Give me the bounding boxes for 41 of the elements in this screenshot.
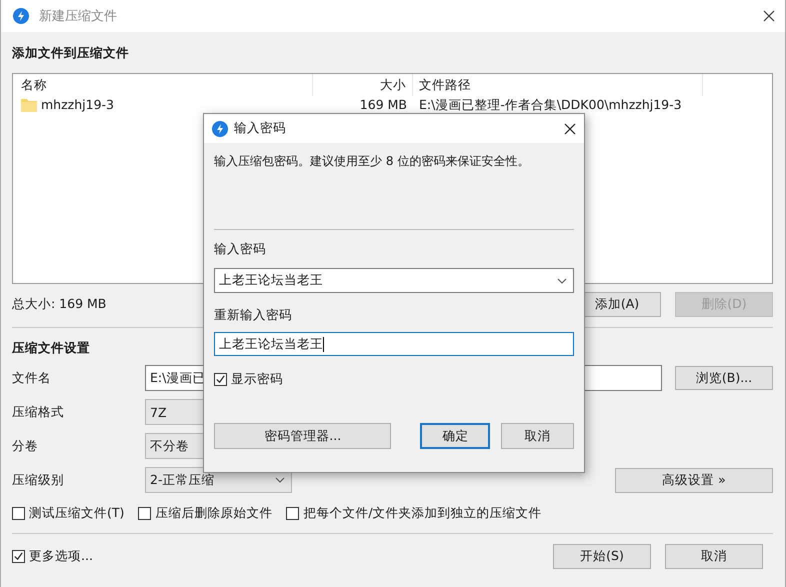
dialog-title: 输入密码 [234,120,286,137]
footer-button[interactable]: 开始(S) [553,544,651,568]
option-checkbox[interactable]: 压缩后删除原始文件 [138,504,272,522]
section-heading: 添加文件到压缩文件 [12,44,129,62]
window-title: 新建压缩文件 [39,8,117,25]
checkmark-icon [13,550,24,562]
field-label: 重新输入密码 [214,307,293,324]
close-icon[interactable] [564,122,576,134]
field-label: 分卷 [12,438,39,454]
section-heading: 压缩文件设置 [12,339,90,357]
column-header[interactable]: 名称 [13,74,313,96]
dialog-button[interactable]: 确定 [420,423,490,449]
field-label: 压缩格式 [12,404,65,420]
footer-button[interactable]: 取消 [665,544,763,568]
column-header[interactable]: 大小 [313,74,413,96]
more-options-checkbox[interactable]: 更多选项... [12,548,93,564]
dialog-description: 输入压缩包密码。建议使用至少 8 位的密码来保证安全性。 [214,153,530,170]
app-icon [13,8,29,24]
file-path: E:\漫画已整理-作者合集\DDK00\mhzzhj19-3 [418,96,683,114]
confirm-password-field[interactable]: 上老王论坛当老王 [214,332,574,356]
app-icon [212,120,228,136]
close-icon[interactable] [763,10,775,22]
field-label: 压缩级别 [12,472,65,488]
show-password-checkbox[interactable]: 显示密码 [214,371,574,388]
browse-button[interactable]: 浏览(B)... [675,366,773,390]
chevron-icon [557,278,567,284]
file-size: 169 MB [358,96,408,114]
dialog-button[interactable]: 密码管理器... [214,423,392,449]
total-size: 总大小: 169 MB [12,296,106,312]
field-label: 文件名 [12,370,52,386]
option-checkbox[interactable]: 把每个文件/文件夹添加到独立的压缩文件 [286,504,542,522]
field-label: 输入密码 [214,241,267,258]
dialog-button[interactable]: 取消 [501,423,574,449]
folder-icon [21,98,37,112]
column-header[interactable]: 文件路径 [413,74,703,96]
chevron-icon [275,477,285,483]
checkmark-icon [215,374,226,385]
password-field[interactable]: 上老王论坛当老王 [214,268,574,293]
file-name: mhzzhj19-3 [41,96,114,114]
option-checkbox[interactable]: 测试压缩文件(T) [12,504,124,522]
advanced-settings-button[interactable]: 高级设置 » [615,468,773,492]
